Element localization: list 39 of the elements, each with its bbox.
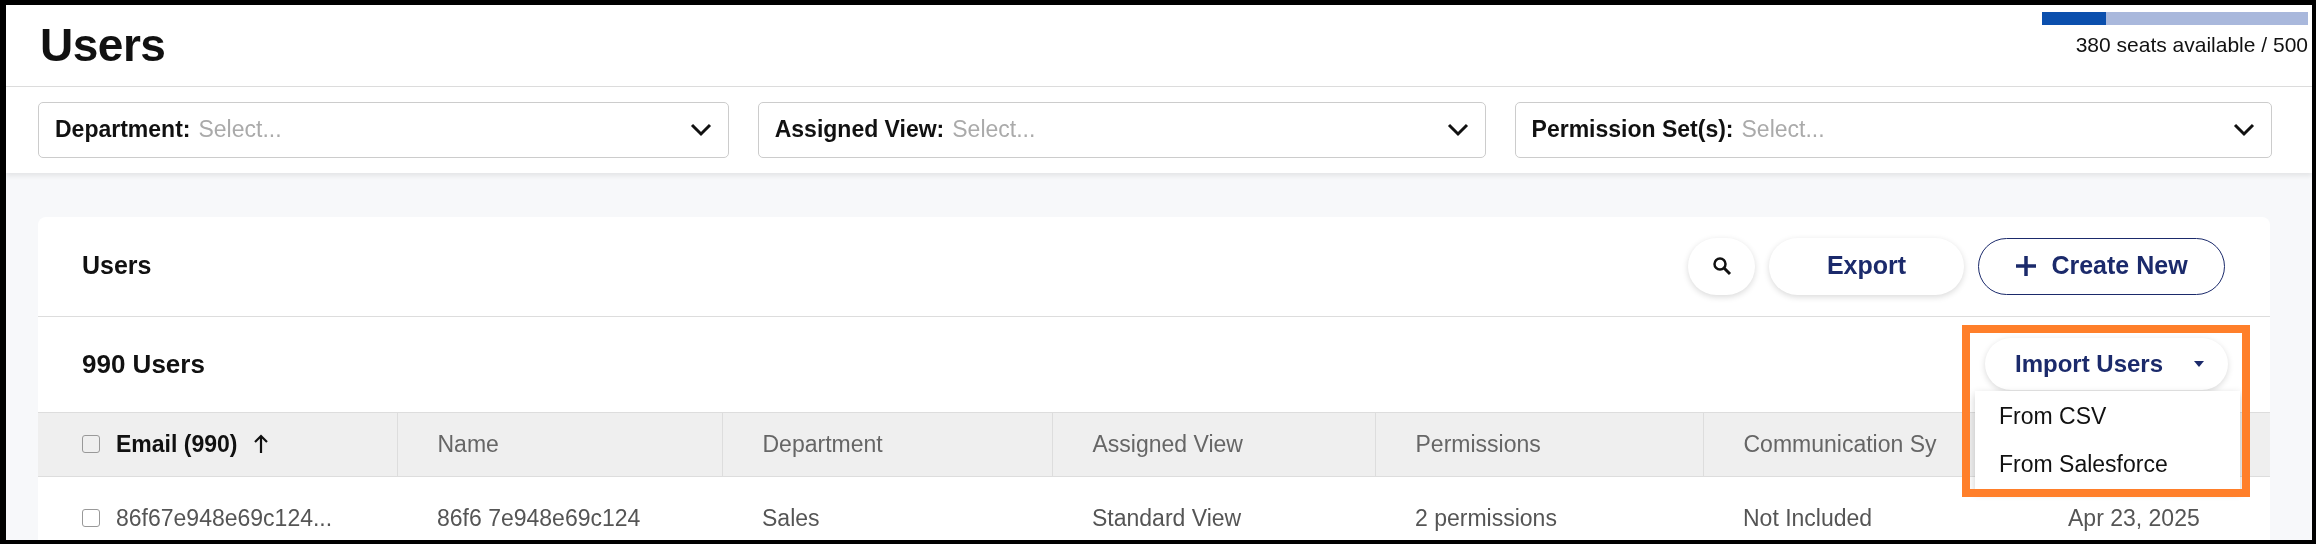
- menu-item[interactable]: From Salesforce: [1975, 440, 2240, 489]
- chevron-down-icon: [2233, 122, 2255, 137]
- filter-placeholder: Select...: [952, 115, 1037, 145]
- create-new-button[interactable]: Create New: [1978, 237, 2225, 295]
- filter-label: Permission Set(s):: [1531, 115, 1734, 145]
- select-all-checkbox[interactable]: [82, 435, 100, 453]
- table-cell: 86f67e948e69c124...: [116, 506, 333, 530]
- import-users-button[interactable]: Import Users: [1985, 338, 2228, 390]
- filter-label: Assigned View:: [774, 115, 945, 145]
- column-header[interactable]: Email (990): [116, 426, 238, 462]
- plus-icon: [2015, 255, 2038, 277]
- search-icon: [1711, 256, 1732, 276]
- export-button[interactable]: Export: [1769, 237, 1964, 295]
- column-header[interactable]: Assigned View: [1092, 430, 1243, 457]
- user-count: 990 Users: [82, 347, 205, 381]
- filter-placeholder: Select...: [198, 115, 283, 145]
- table-cell: 2 permissions: [1415, 504, 1557, 531]
- table-cell: 86f6 7e948e69c124: [437, 504, 641, 531]
- filter-dropdown[interactable]: Permission Set(s): Select...: [1514, 101, 2272, 158]
- table-cell: Not Included: [1743, 504, 1873, 531]
- search-button[interactable]: [1688, 237, 1755, 295]
- menu-item[interactable]: From CSV: [1975, 393, 2240, 441]
- chevron-down-icon: [1446, 122, 1469, 137]
- page-title: Users: [40, 18, 166, 73]
- table-cell: Standard View: [1092, 504, 1242, 531]
- filter-placeholder: Select...: [1741, 115, 1826, 145]
- column-header[interactable]: Department: [762, 430, 883, 457]
- chevron-down-icon: [689, 122, 712, 137]
- filter-label: Department:: [55, 115, 191, 145]
- caret-icon: [2194, 361, 2204, 367]
- card-title: Users: [82, 250, 152, 282]
- table-cell: Sales: [762, 504, 820, 531]
- table-cell: Apr 23, 2025: [2068, 504, 2200, 531]
- filter-dropdown[interactable]: Department: Select...: [38, 101, 729, 158]
- row-checkbox[interactable]: [82, 509, 100, 527]
- seats-label: 380 seats available / 500: [2075, 32, 2308, 58]
- column-header[interactable]: Name: [437, 430, 499, 457]
- filter-dropdown[interactable]: Assigned View: Select...: [757, 101, 1486, 158]
- column-header[interactable]: Permissions: [1415, 430, 1541, 457]
